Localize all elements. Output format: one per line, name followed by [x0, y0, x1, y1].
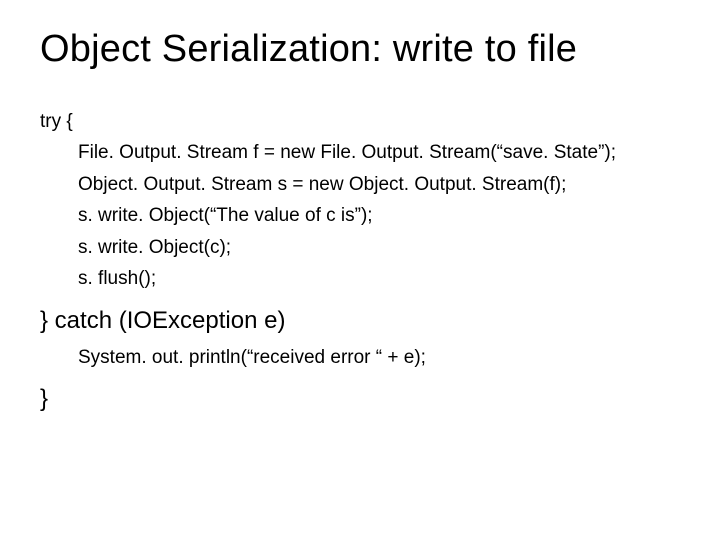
code-catch-body: System. out. println(“received error “ +…: [40, 343, 680, 372]
code-catch-line: } catch (IOException e): [40, 302, 680, 339]
code-line: s. write. Object(c);: [40, 233, 680, 262]
code-line: s. write. Object(“The value of c is”);: [40, 201, 680, 230]
code-close-brace: }: [40, 380, 680, 417]
code-block: try { File. Output. Stream f = new File.…: [40, 107, 680, 417]
code-line: File. Output. Stream f = new File. Outpu…: [40, 138, 680, 167]
code-try-open: try {: [40, 107, 680, 136]
code-line: Object. Output. Stream s = new Object. O…: [40, 170, 680, 199]
code-line: s. flush();: [40, 264, 680, 293]
slide-title: Object Serialization: write to file: [40, 28, 680, 71]
